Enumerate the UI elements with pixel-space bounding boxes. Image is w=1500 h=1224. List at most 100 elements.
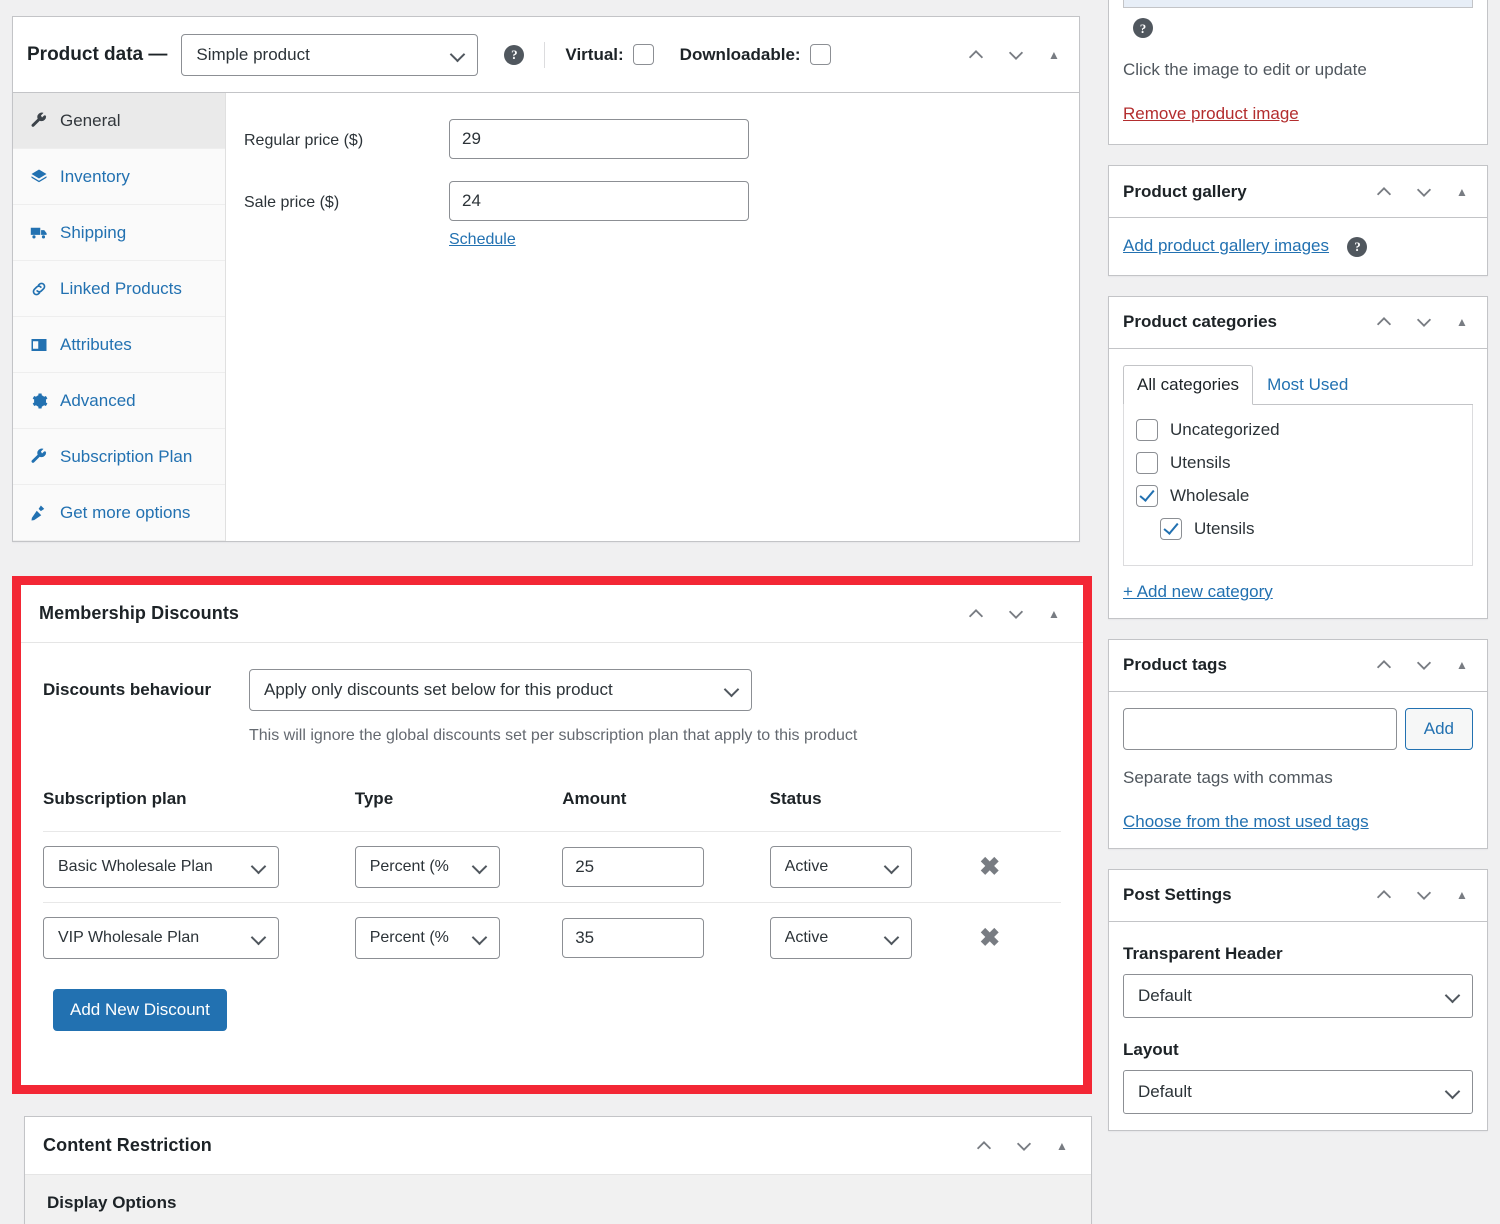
product-type-select[interactable]: Simple product <box>181 33 479 76</box>
status-select-wrapper-1: Active <box>769 846 912 888</box>
toggle-panel-icon[interactable]: ▲ <box>1451 311 1473 333</box>
toggle-panel-icon[interactable]: ▲ <box>1043 44 1065 66</box>
tab-all-categories[interactable]: All categories <box>1123 364 1254 405</box>
category-item-utensils[interactable]: Utensils <box>1136 451 1460 474</box>
tab-linked-products-label: Linked Products <box>60 278 182 298</box>
choose-most-used-tags-link[interactable]: Choose from the most used tags <box>1123 812 1369 832</box>
help-icon[interactable]: ? <box>504 44 525 65</box>
discount-status-select-2[interactable]: Active <box>769 917 912 959</box>
toggle-panel-icon[interactable]: ▲ <box>1451 181 1473 203</box>
move-down-icon[interactable] <box>1411 179 1437 205</box>
tab-advanced-label: Advanced <box>60 390 136 410</box>
add-new-category-link[interactable]: + Add new category <box>1123 582 1273 602</box>
discounts-table: Subscription plan Type Amount Status Bas… <box>43 789 1061 973</box>
discounts-behaviour-select[interactable]: Apply only discounts set below for this … <box>249 669 752 711</box>
tab-shipping[interactable]: Shipping <box>13 205 225 261</box>
category-checklist: Uncategorized Utensils Wholesale Utensil… <box>1123 404 1473 566</box>
product-data-body: General Inventory Shipping Linked Produc… <box>13 93 1079 541</box>
table-row: VIP Wholesale Plan Percent (% 35 Active … <box>43 902 1061 973</box>
membership-discounts-header: Membership Discounts ▲ <box>21 585 1083 643</box>
attributes-icon <box>29 335 49 355</box>
move-down-icon[interactable] <box>1003 42 1029 68</box>
discount-type-select-2[interactable]: Percent (% <box>354 917 500 959</box>
help-icon[interactable]: ? <box>1133 18 1153 38</box>
move-down-icon[interactable] <box>1411 652 1437 678</box>
move-down-icon[interactable] <box>1011 1133 1037 1159</box>
virtual-checkbox-label[interactable]: Virtual: <box>565 44 654 65</box>
tab-get-more-options[interactable]: Get more options <box>13 485 225 541</box>
cell-amount <box>562 902 770 973</box>
move-up-icon[interactable] <box>1371 882 1397 908</box>
move-up-icon[interactable] <box>1371 179 1397 205</box>
category-item-wholesale[interactable]: Wholesale <box>1136 484 1460 507</box>
product-image-thumbnail[interactable] <box>1123 0 1473 8</box>
add-tag-button[interactable]: Add <box>1404 707 1473 750</box>
virtual-checkbox[interactable] <box>632 44 654 65</box>
content-restriction-wrapper: Content Restriction ▲ Display Options <box>24 1116 1092 1224</box>
downloadable-label-text: Downloadable: <box>679 44 801 64</box>
discounts-table-head: Subscription plan Type Amount Status <box>43 789 1061 832</box>
layout-select[interactable]: Default <box>1123 1069 1473 1114</box>
downloadable-checkbox[interactable] <box>809 44 831 65</box>
move-up-icon[interactable] <box>971 1133 997 1159</box>
category-item-uncategorized[interactable]: Uncategorized <box>1136 418 1460 441</box>
add-new-discount-button[interactable]: Add New Discount <box>53 989 227 1031</box>
product-type-select-wrapper: Simple product <box>181 33 479 76</box>
delete-discount-icon-2[interactable]: ✖ <box>979 925 1000 951</box>
transparent-header-select[interactable]: Default <box>1123 973 1473 1018</box>
product-image-caption: Click the image to edit or update <box>1123 60 1367 79</box>
tab-linked-products[interactable]: Linked Products <box>13 261 225 317</box>
discount-amount-input-2[interactable] <box>562 918 705 958</box>
truck-icon <box>29 223 49 243</box>
category-label-uncategorized: Uncategorized <box>1170 419 1280 439</box>
product-tags-title: Product tags <box>1123 655 1227 675</box>
toggle-panel-icon[interactable]: ▲ <box>1451 884 1473 906</box>
category-checkbox-uncategorized[interactable] <box>1136 418 1158 441</box>
move-up-icon[interactable] <box>1371 309 1397 335</box>
tab-subscription-plan[interactable]: Subscription Plan <box>13 429 225 485</box>
move-down-icon[interactable] <box>1003 601 1029 627</box>
move-down-icon[interactable] <box>1411 882 1437 908</box>
toggle-panel-icon[interactable]: ▲ <box>1051 1135 1073 1157</box>
membership-discounts-panel: Membership Discounts ▲ Discounts behavio… <box>21 585 1083 1085</box>
tab-attributes[interactable]: Attributes <box>13 317 225 373</box>
product-data-header: Product data — Simple product ? Virtual:… <box>13 17 1079 93</box>
sale-price-input[interactable] <box>449 181 749 221</box>
tab-advanced[interactable]: Advanced <box>13 373 225 429</box>
discount-amount-input-1[interactable] <box>562 847 705 887</box>
product-categories-panel: Product categories ▲ All categories Most… <box>1108 295 1488 619</box>
discount-type-select-1[interactable]: Percent (% <box>354 846 500 888</box>
cell-delete: ✖ <box>979 902 1061 973</box>
move-up-icon[interactable] <box>963 601 989 627</box>
tab-inventory[interactable]: Inventory <box>13 149 225 205</box>
discount-plan-select-2[interactable]: VIP Wholesale Plan <box>43 917 279 959</box>
wrench-icon <box>29 447 49 467</box>
product-tag-input[interactable] <box>1123 707 1397 750</box>
discount-plan-select-1[interactable]: Basic Wholesale Plan <box>43 846 279 888</box>
product-categories-title: Product categories <box>1123 312 1277 332</box>
post-settings-body: Transparent Header Default Layout Defaul… <box>1109 922 1487 1130</box>
toggle-panel-icon[interactable]: ▲ <box>1043 603 1065 625</box>
virtual-label-text: Virtual: <box>565 44 624 64</box>
toggle-panel-icon[interactable]: ▲ <box>1451 654 1473 676</box>
move-up-icon[interactable] <box>1371 652 1397 678</box>
category-item-wholesale-utensils[interactable]: Utensils <box>1160 517 1460 540</box>
plug-icon <box>29 503 49 523</box>
help-icon[interactable]: ? <box>1347 236 1368 257</box>
tab-most-used[interactable]: Most Used <box>1253 365 1362 405</box>
downloadable-checkbox-label[interactable]: Downloadable: <box>680 44 831 65</box>
delete-discount-icon-1[interactable]: ✖ <box>979 854 1000 880</box>
move-up-icon[interactable] <box>963 42 989 68</box>
add-product-gallery-images-link[interactable]: Add product gallery images <box>1123 236 1329 256</box>
regular-price-input[interactable] <box>449 119 749 159</box>
product-data-title: Product data — <box>27 43 168 65</box>
category-checkbox-wholesale[interactable] <box>1136 484 1158 507</box>
schedule-link[interactable]: Schedule <box>449 231 516 249</box>
discount-status-select-1[interactable]: Active <box>769 846 912 888</box>
category-checkbox-wholesale-utensils[interactable] <box>1160 517 1182 540</box>
product-categories-body: All categories Most Used Uncategorized U… <box>1109 349 1487 618</box>
remove-product-image-link[interactable]: Remove product image <box>1123 104 1299 124</box>
tab-general[interactable]: General <box>13 93 225 149</box>
category-checkbox-utensils[interactable] <box>1136 451 1158 474</box>
move-down-icon[interactable] <box>1411 309 1437 335</box>
